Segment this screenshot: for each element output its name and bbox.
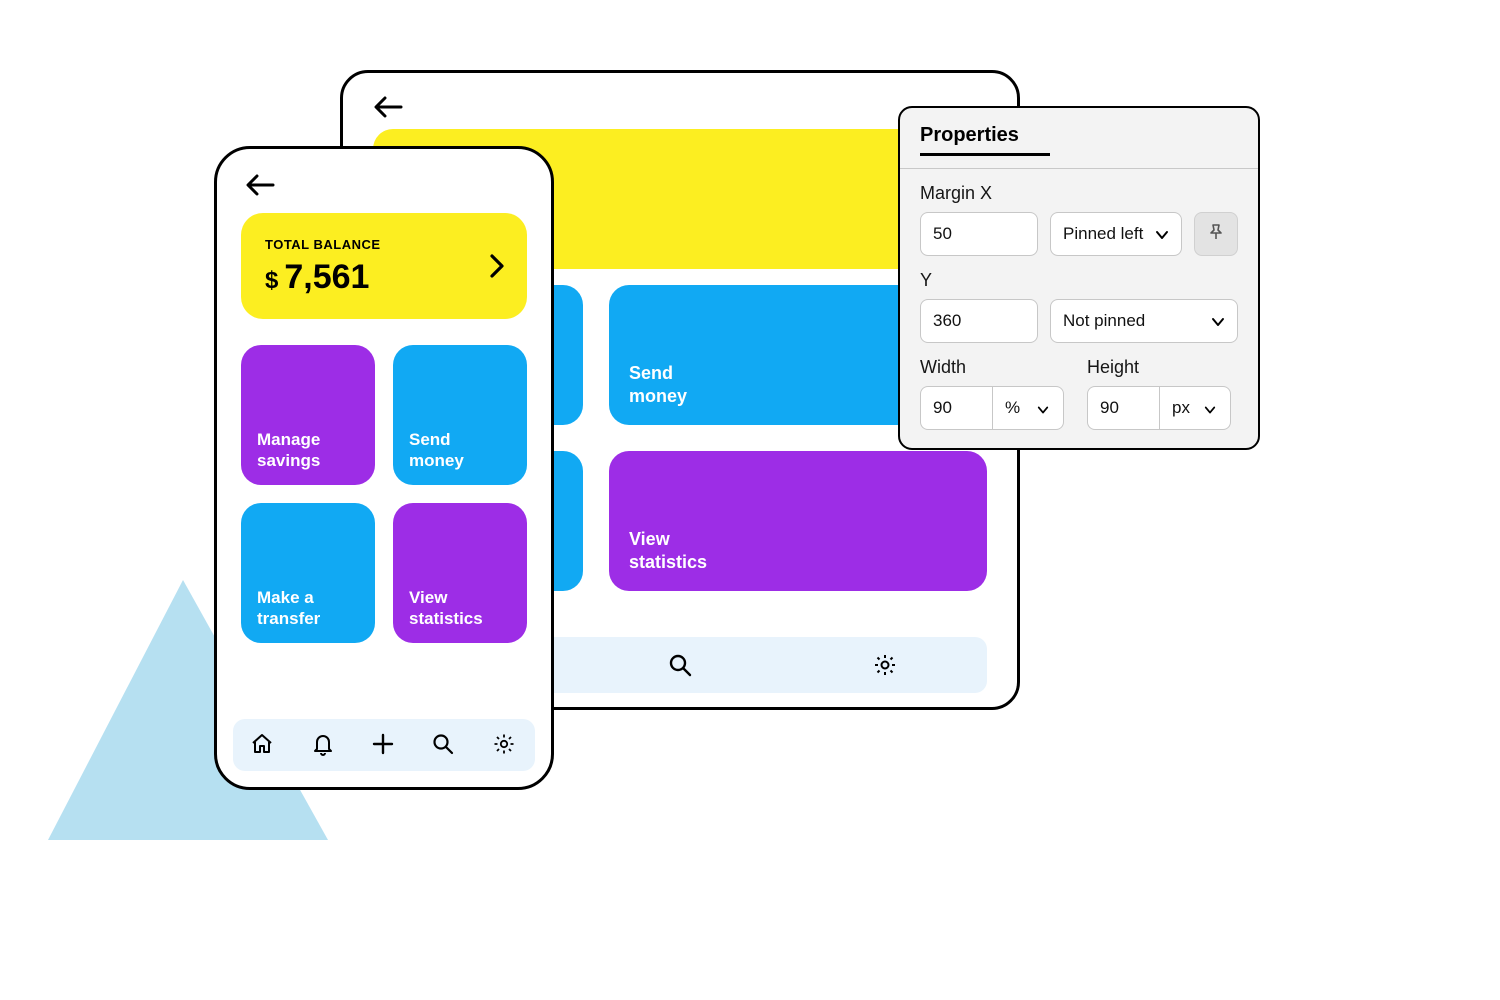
balance-value: 7,561 (284, 258, 369, 297)
label-y: Y (920, 270, 1238, 291)
phone-action-grid: Manage savings Send money Make a transfe… (217, 335, 551, 643)
tile-label: View statistics (629, 528, 707, 573)
input-y[interactable]: 360 (920, 299, 1038, 343)
chevron-down-icon (1211, 314, 1225, 328)
input-y-value: 360 (933, 311, 961, 331)
search-icon[interactable] (667, 652, 693, 678)
input-height[interactable]: 90 (1087, 386, 1159, 430)
properties-panel: Properties Margin X 50 Pinned left Y (898, 106, 1260, 450)
select-height-unit-value: px (1172, 398, 1190, 418)
input-height-value: 90 (1100, 398, 1119, 418)
label-width: Width (920, 357, 1071, 378)
plus-icon[interactable] (371, 732, 397, 758)
select-width-unit[interactable]: % (992, 386, 1064, 430)
tile-label: View statistics (409, 587, 483, 630)
select-width-unit-value: % (1005, 398, 1020, 418)
bell-icon[interactable] (311, 732, 337, 758)
chevron-down-icon (1037, 401, 1051, 415)
chevron-right-icon (489, 253, 505, 279)
select-margin-x-anchor[interactable]: Pinned left (1050, 212, 1182, 256)
select-y-anchor[interactable]: Not pinned (1050, 299, 1238, 343)
tile-send-money[interactable]: Send money (393, 345, 527, 485)
tile-make-transfer[interactable]: Make a transfer (241, 503, 375, 643)
select-y-anchor-value: Not pinned (1063, 311, 1145, 331)
phone-nav-bar (233, 719, 535, 771)
balance-amount: $ 7,561 (265, 258, 503, 297)
search-icon[interactable] (431, 732, 457, 758)
tile-label: Manage savings (257, 429, 320, 472)
chevron-down-icon (1155, 227, 1169, 241)
tile-label: Send money (409, 429, 464, 472)
tile-manage-savings[interactable]: Manage savings (241, 345, 375, 485)
panel-title-underline (920, 153, 1050, 156)
pin-icon (1207, 223, 1225, 246)
balance-card[interactable]: TOTAL BALANCE $ 7,561 (241, 213, 527, 319)
select-margin-x-anchor-value: Pinned left (1063, 224, 1143, 244)
tile-view-statistics[interactable]: View statistics (393, 503, 527, 643)
input-width-value: 90 (933, 398, 952, 418)
currency-symbol: $ (265, 267, 278, 295)
pin-toggle-button[interactable] (1194, 212, 1238, 256)
balance-label: TOTAL BALANCE (265, 237, 503, 252)
label-margin-x: Margin X (920, 183, 1238, 204)
back-arrow-icon[interactable] (245, 173, 523, 197)
label-height: Height (1087, 357, 1238, 378)
tile-view-statistics[interactable]: View statistics (609, 451, 987, 591)
tile-label: Send money (629, 362, 687, 407)
input-width[interactable]: 90 (920, 386, 992, 430)
select-height-unit[interactable]: px (1159, 386, 1231, 430)
tile-label: Make a transfer (257, 587, 320, 630)
back-arrow-icon[interactable] (373, 95, 987, 119)
phone-device-frame: TOTAL BALANCE $ 7,561 Manage savings Sen… (214, 146, 554, 790)
chevron-down-icon (1204, 401, 1218, 415)
gear-icon[interactable] (492, 732, 518, 758)
input-margin-x[interactable]: 50 (920, 212, 1038, 256)
panel-title: Properties (920, 124, 1019, 146)
home-icon[interactable] (250, 732, 276, 758)
input-margin-x-value: 50 (933, 224, 952, 244)
gear-icon[interactable] (872, 652, 898, 678)
